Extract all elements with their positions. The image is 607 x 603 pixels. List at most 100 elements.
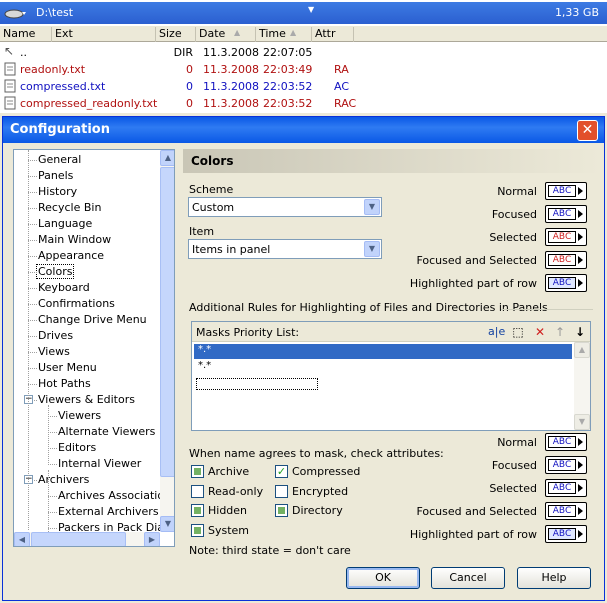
tree-vertical-scrollbar[interactable]: ▲ ▼ (160, 150, 174, 532)
tree-item[interactable]: Confirmations (38, 297, 115, 310)
file-size: 0 (186, 63, 193, 76)
checkbox-system[interactable] (191, 524, 204, 537)
scroll-up-icon[interactable]: ▲ (160, 150, 174, 166)
state-label: Normal (497, 185, 537, 198)
ok-button[interactable]: OK (346, 567, 420, 589)
scheme-select[interactable]: Custom ▼ (188, 197, 382, 217)
item-select[interactable]: Items in panel ▼ (188, 239, 382, 259)
cancel-button[interactable]: Cancel (431, 567, 505, 589)
move-up-icon[interactable]: ↑ (552, 324, 568, 340)
table-row[interactable]: compressed.txt 0 11.3.2008 22:03:52 AC (0, 78, 607, 95)
tree-item[interactable]: History (38, 185, 77, 198)
close-button[interactable]: ✕ (577, 120, 598, 141)
checkbox-read-only[interactable] (191, 485, 204, 498)
tree-line (28, 368, 37, 369)
tree-item[interactable]: Viewers (58, 409, 101, 422)
table-row[interactable]: readonly.txt 0 11.3.2008 22:03:49 RA (0, 61, 607, 78)
scroll-down-icon[interactable]: ▼ (160, 516, 174, 532)
tree-item[interactable]: Panels (38, 169, 73, 182)
scroll-up-icon[interactable]: ▲ (574, 342, 590, 358)
tree-item[interactable]: External Archivers Lo (58, 505, 174, 518)
color-swatch-button[interactable]: ABC (545, 251, 587, 269)
tree-item[interactable]: Main Window (38, 233, 111, 246)
tree-line (28, 320, 37, 321)
color-swatch-button[interactable]: ABC (545, 182, 587, 200)
tree-item[interactable]: General (38, 153, 81, 166)
chevron-down-icon[interactable]: ▼ (364, 199, 380, 215)
masks-label: Masks Priority List: (196, 326, 300, 339)
chevron-down-icon[interactable]: ▼ (364, 241, 380, 257)
color-swatch-button[interactable]: ABC (545, 456, 587, 474)
masks-list[interactable]: *.* *.* ▲ ▼ (192, 342, 590, 430)
file-size: 0 (186, 80, 193, 93)
tree-item[interactable]: Change Drive Menu (38, 313, 147, 326)
free-space: 1,33 GB (554, 6, 599, 19)
path-dropdown-icon[interactable]: ▼ (308, 5, 314, 14)
new-mask-icon[interactable]: ⬚ (510, 324, 526, 340)
color-swatch-button[interactable]: ABC (545, 502, 587, 520)
tree-item[interactable]: Archivers (38, 473, 89, 486)
tree-line (48, 448, 57, 449)
color-swatch-button[interactable]: ABC (545, 479, 587, 497)
dialog-title: Configuration (10, 122, 110, 137)
tree-item[interactable]: Views (38, 345, 70, 358)
state-label: Highlighted part of row (409, 277, 537, 290)
tree-item[interactable]: Keyboard (38, 281, 90, 294)
table-row[interactable]: ↖.. DIR 11.3.2008 22:07:05 (0, 44, 607, 61)
checkbox-hidden[interactable] (191, 504, 204, 517)
scroll-thumb[interactable] (160, 167, 174, 477)
tree-item[interactable]: Archives Associations (58, 489, 174, 502)
drive-icon[interactable] (4, 6, 28, 20)
checkbox-compressed[interactable]: ✓ (275, 465, 288, 478)
tree-item[interactable]: Drives (38, 329, 73, 342)
scheme-value: Custom (192, 201, 235, 214)
checkbox-directory[interactable] (275, 504, 288, 517)
col-ext[interactable]: Ext (52, 27, 156, 42)
abc-preview: ABC (548, 185, 576, 197)
color-swatch-button[interactable]: ABC (545, 228, 587, 246)
color-swatch-button[interactable]: ABC (545, 274, 587, 292)
state-label: Focused (491, 459, 537, 472)
tree-item[interactable]: Appearance (38, 249, 104, 262)
scroll-left-icon[interactable]: ◀ (14, 532, 30, 546)
edit-mask-icon[interactable]: a|e (488, 324, 505, 340)
col-size[interactable]: Size (156, 27, 196, 42)
color-swatch-button[interactable]: ABC (545, 205, 587, 223)
tree-item[interactable]: Alternate Viewers (58, 425, 155, 438)
tree-item[interactable]: Recycle Bin (38, 201, 101, 214)
list-item[interactable]: *.* (194, 360, 572, 375)
checkbox-encrypted[interactable] (275, 485, 288, 498)
move-down-icon[interactable]: ↓ (572, 324, 588, 340)
new-mask-entry[interactable] (196, 378, 318, 390)
path-bar[interactable]: D:\test ▼ 1,33 GB (0, 2, 607, 24)
table-row[interactable]: compressed_readonly.txt 0 11.3.2008 22:03:5… (0, 95, 607, 112)
config-tree[interactable]: General Panels History Recycle Bin Language M… (13, 149, 175, 547)
masks-scrollbar[interactable]: ▲ ▼ (574, 342, 590, 430)
tree-horizontal-scrollbar[interactable]: ◀ ▶ (14, 532, 160, 546)
dialog-title-bar[interactable]: Configuration ✕ (3, 117, 604, 143)
col-name[interactable]: Name (0, 27, 52, 42)
tree-item[interactable]: User Menu (38, 361, 97, 374)
scroll-down-icon[interactable]: ▼ (574, 414, 590, 430)
col-date[interactable]: Date ▲ (196, 27, 256, 42)
hscroll-thumb[interactable] (31, 532, 126, 546)
tree-line (28, 272, 37, 273)
scroll-right-icon[interactable]: ▶ (144, 532, 160, 546)
color-swatch-button[interactable]: ABC (545, 433, 587, 451)
attr-label: When name agrees to mask, check attribut… (189, 447, 444, 460)
tree-item[interactable]: Language (38, 217, 92, 230)
help-button[interactable]: Help (517, 567, 591, 589)
col-attr[interactable]: Attr (312, 27, 354, 42)
tree-item[interactable]: Hot Paths (38, 377, 91, 390)
delete-icon[interactable]: ✕ (532, 324, 548, 340)
tree-item[interactable]: Viewers & Editors (38, 393, 135, 406)
list-item[interactable]: *.* (194, 344, 572, 359)
tree-item[interactable]: Colors (36, 264, 75, 279)
col-time[interactable]: Time ▲ (256, 27, 312, 42)
color-swatch-button[interactable]: ABC (545, 525, 587, 543)
tree-line (28, 288, 37, 289)
tree-item[interactable]: Internal Viewer (58, 457, 141, 470)
checkbox-archive[interactable] (191, 465, 204, 478)
section-title: Colors (191, 154, 234, 168)
tree-item[interactable]: Editors (58, 441, 96, 454)
